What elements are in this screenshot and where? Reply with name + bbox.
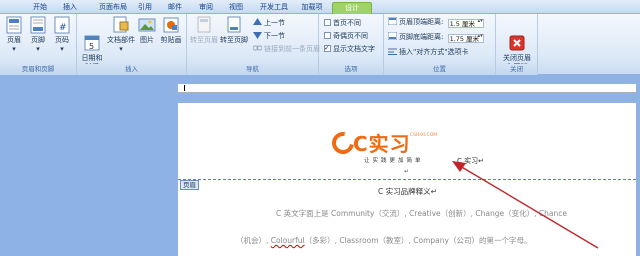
tab-insert[interactable]: 插入	[60, 2, 80, 14]
document-area: C实习 CSHIXI.COM 让实践更加简单 C 实习↵ ↵ 页眉 C 实习品牌…	[0, 75, 640, 256]
footer-distance-icon	[387, 31, 398, 41]
group-label-navigation: 导航	[187, 64, 318, 75]
group-label-header-footer: 页眉和页脚	[0, 64, 76, 75]
picture-button[interactable]: 图片	[137, 16, 157, 45]
header-distance-row: 页眉顶端距离: 1.5 厘米	[387, 16, 484, 28]
group-label-position: 位置	[384, 64, 495, 75]
tab-view[interactable]: 视图	[226, 2, 246, 14]
insert-align-tab-button[interactable]: 插入"对齐方式"选项卡	[388, 47, 468, 58]
doc-heading[interactable]: C 实习品牌释义↵	[378, 186, 437, 197]
group-header-footer: 页眉 ▾ 页脚 ▾ # 页码 ▾ 页眉和页脚	[0, 14, 77, 75]
tab-addins[interactable]: 加载项	[297, 2, 327, 14]
page-number-icon: #	[53, 16, 71, 34]
tab-review[interactable]: 审阅	[196, 2, 216, 14]
quick-parts-icon	[112, 16, 130, 34]
footer-button[interactable]: 页脚 ▾	[28, 16, 48, 54]
close-icon	[508, 25, 526, 51]
show-text-checkbox[interactable]: 显示文档文字	[324, 43, 375, 55]
annotation-arrow	[452, 161, 599, 249]
checkbox-box	[324, 32, 331, 39]
tab-mailings[interactable]: 邮件	[165, 2, 185, 14]
group-position: 页眉顶端距离: 1.5 厘米 页脚底端距离: 1.75 厘米 插入"对齐方式"选…	[384, 14, 496, 75]
tab-references[interactable]: 引用	[135, 2, 155, 14]
header-distance-icon	[387, 16, 398, 26]
svg-text:5: 5	[89, 42, 94, 51]
checkbox-box-checked	[324, 43, 331, 54]
goto-header-icon	[195, 16, 213, 34]
document-page[interactable]: C实习 CSHIXI.COM 让实践更加简单 C 实习↵ ↵ 页眉 C 实习品牌…	[178, 103, 636, 256]
group-label-options: 选项	[319, 64, 383, 75]
header-distance-input[interactable]: 1.5 厘米	[447, 19, 484, 28]
tab-home[interactable]: 开始	[30, 2, 50, 14]
odd-even-checkbox[interactable]: 奇偶页不同	[324, 31, 368, 42]
group-options: 首页不同 奇偶页不同 显示文档文字 选项	[319, 14, 384, 75]
logo-slogan: 让实践更加简单	[364, 158, 424, 164]
quick-parts-button[interactable]: 文档部件 ▾	[107, 16, 135, 54]
header-paragraph-mark: ↵	[404, 168, 410, 175]
align-tab-icon	[388, 47, 397, 55]
group-close: 关闭页眉 和页脚 关闭	[496, 14, 538, 75]
link-icon	[252, 44, 263, 52]
group-navigation: 转至页眉 转至页脚 上一节 下一节 链接到前一条页眉 导航	[187, 14, 320, 75]
checkbox-box	[324, 19, 331, 26]
prev-section-button[interactable]: 上一节	[253, 18, 285, 29]
picture-icon	[138, 16, 156, 34]
page-number-button[interactable]: # 页码 ▾	[52, 16, 72, 54]
ribbon-tab-bar: 开始 插入 页面布局 引用 邮件 审阅 视图 开发工具 加载项 设计	[0, 0, 640, 14]
tab-design[interactable]: 设计	[332, 2, 372, 14]
footer-icon	[29, 16, 47, 34]
header-tag: 页眉	[180, 180, 199, 190]
arrow-down-icon	[253, 31, 262, 39]
goto-footer-icon	[225, 16, 243, 34]
first-page-checkbox[interactable]: 首页不同	[324, 18, 361, 29]
next-section-button[interactable]: 下一节	[253, 31, 285, 42]
header-icon	[5, 16, 23, 34]
clip-art-button[interactable]: 剪贴画	[159, 16, 183, 45]
header-button[interactable]: 页眉 ▾	[4, 16, 24, 54]
group-label-close: 关闭	[496, 64, 537, 75]
arrow-up-icon	[253, 18, 262, 26]
tab-page-layout[interactable]: 页面布局	[94, 2, 132, 14]
text-cursor	[184, 85, 185, 91]
previous-page-bottom	[178, 84, 636, 93]
goto-footer-button[interactable]: 转至页脚	[220, 16, 248, 45]
calendar-icon: 5	[83, 25, 101, 51]
svg-text:#: #	[59, 23, 67, 33]
group-insert: 5 日期和 时间 文档部件▾ 图片 剪贴画 插入	[77, 14, 187, 75]
footer-distance-input[interactable]: 1.75 厘米	[447, 34, 484, 43]
goto-header-button[interactable]: 转至页眉	[190, 16, 218, 45]
spellcheck-word: Colourful	[270, 236, 305, 245]
logo-text: C实习	[353, 132, 411, 156]
logo-url: CSHIXI.COM	[410, 133, 438, 138]
tab-developer[interactable]: 开发工具	[256, 2, 292, 14]
link-previous-button[interactable]: 链接到前一条页眉	[252, 44, 320, 55]
footer-distance-row: 页脚底端距离: 1.75 厘米	[387, 31, 484, 43]
group-label-insert: 插入	[77, 64, 186, 75]
clip-art-icon	[162, 16, 180, 34]
ribbon: 页眉▾ 页脚▾ # 页码▾ 页眉和页脚 5 日期和 时间 文档部	[0, 14, 640, 75]
